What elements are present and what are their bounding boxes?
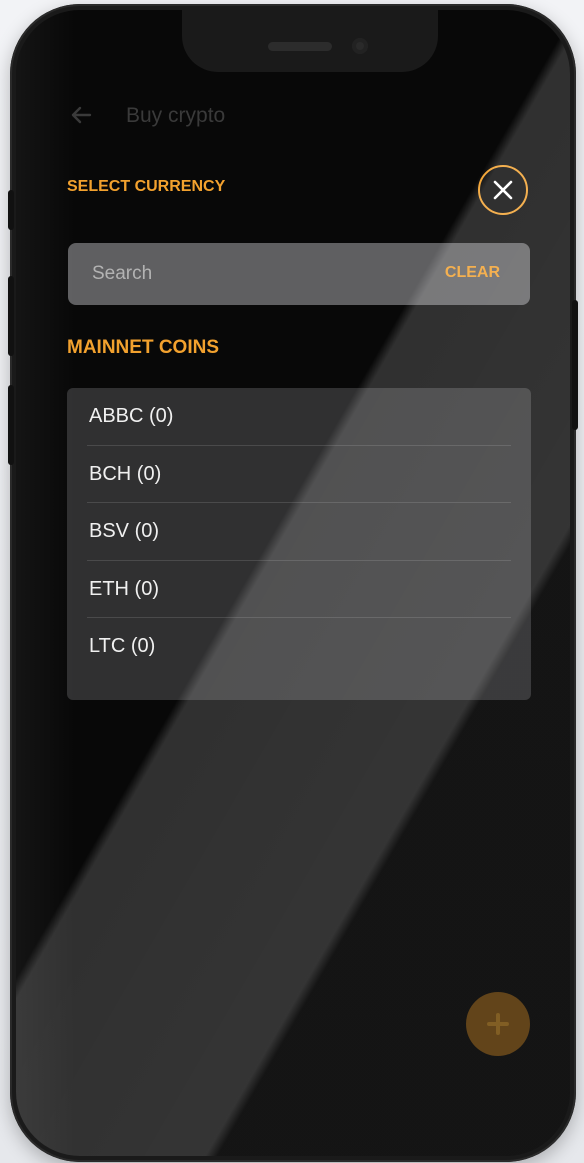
modal-title: SELECT CURRENCY	[67, 178, 226, 195]
add-fab-button[interactable]	[466, 992, 530, 1056]
notch	[182, 10, 438, 72]
clear-button[interactable]: CLEAR	[445, 264, 500, 282]
coin-list: ABBC (0) BCH (0) BSV (0) ETH (0) LTC (0)	[67, 388, 531, 700]
side-button	[8, 190, 14, 230]
search-box: CLEAR	[68, 243, 530, 305]
coin-label: ABBC (0)	[89, 405, 174, 427]
coin-item-abbc[interactable]: ABBC (0)	[67, 388, 531, 446]
coin-item-eth[interactable]: ETH (0)	[67, 561, 531, 618]
coin-item-bsv[interactable]: BSV (0)	[67, 503, 531, 561]
coin-label: LTC (0)	[89, 635, 156, 657]
section-title: MAINNET COINS	[67, 337, 219, 358]
device-mockup: Buy crypto SELECT CURRENCY CLEAR MAINNET…	[0, 0, 584, 1163]
coin-label: BSV (0)	[89, 520, 160, 542]
search-input[interactable]	[68, 243, 408, 305]
speaker-grille	[268, 42, 332, 51]
coin-label: BCH (0)	[89, 462, 162, 485]
close-icon	[493, 180, 513, 200]
coin-item-bch[interactable]: BCH (0)	[67, 446, 531, 503]
phone-screen: Buy crypto SELECT CURRENCY CLEAR MAINNET…	[16, 10, 570, 1156]
power-button	[572, 300, 578, 430]
volume-up-button	[8, 276, 14, 356]
page-title: Buy crypto	[126, 104, 226, 127]
front-camera	[352, 38, 368, 54]
coin-item-ltc[interactable]: LTC (0)	[67, 618, 531, 676]
app-bar: Buy crypto	[16, 90, 570, 140]
plus-icon	[487, 1013, 509, 1035]
volume-down-button	[8, 385, 14, 465]
close-button[interactable]	[478, 165, 528, 215]
coin-label: ETH (0)	[89, 577, 159, 600]
phone-frame: Buy crypto SELECT CURRENCY CLEAR MAINNET…	[10, 4, 576, 1162]
arrow-left-icon[interactable]	[68, 102, 94, 128]
